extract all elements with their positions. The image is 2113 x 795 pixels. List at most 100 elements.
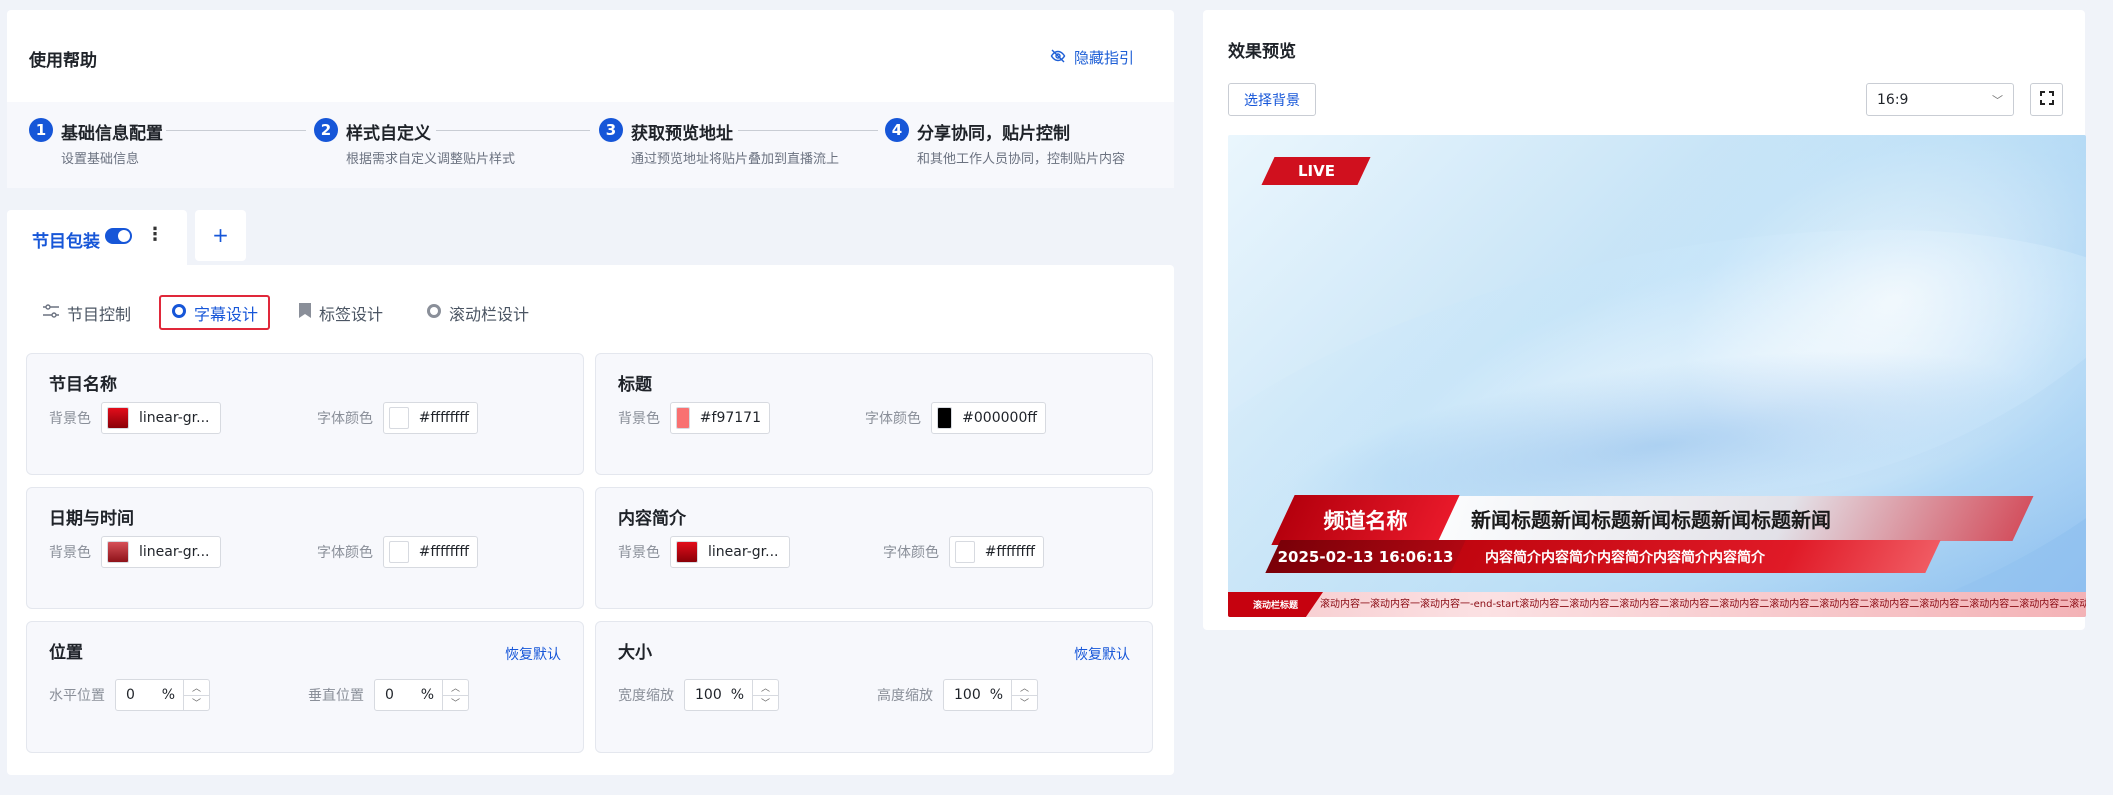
width-scale-input[interactable]: 100 % ︿ ﹀ xyxy=(684,679,779,711)
tab-program-package[interactable]: 节目包装 ⋮ xyxy=(7,210,187,266)
font-color-picker[interactable]: #000000ff xyxy=(931,402,1046,434)
color-swatch xyxy=(107,407,129,429)
font-color-picker[interactable]: #ffffffff xyxy=(383,536,478,568)
card-program-name: 节目名称 背景色 linear-gr... 字体颜色 #ffffffff xyxy=(26,353,584,475)
bg-color-value: #f97171 xyxy=(699,410,761,426)
bg-color-picker[interactable]: linear-gr... xyxy=(101,402,221,434)
width-scale-label: 宽度缩放 xyxy=(618,688,674,704)
preview-panel: 效果预览 选择背景 16:9 ﹀ LIVE 频道名称 新闻标题新闻标题新闻标题新… xyxy=(1203,10,2086,630)
step-down-icon[interactable]: ﹀ xyxy=(443,696,468,711)
font-color-value: #ffffffff xyxy=(984,544,1035,560)
horizontal-position-input[interactable]: 0 % ︿ ﹀ xyxy=(115,679,210,711)
step-number: 4 xyxy=(885,118,909,142)
step-desc: 通过预览地址将贴片叠加到直播流上 xyxy=(631,152,840,167)
color-swatch xyxy=(955,541,975,563)
vertical-position-input[interactable]: 0 % ︿ ﹀ xyxy=(374,679,469,711)
font-color-value: #ffffffff xyxy=(418,410,469,426)
font-color-field: 字体颜色 #ffffffff xyxy=(317,536,478,568)
card-intro: 内容简介 背景色 linear-gr... 字体颜色 #ffffffff xyxy=(595,487,1153,609)
step-connector xyxy=(166,130,306,131)
font-color-value: #ffffffff xyxy=(418,544,469,560)
card-title: 内容简介 xyxy=(618,509,686,529)
step-label: 基础信息配置 xyxy=(61,124,163,144)
reset-default-link[interactable]: 恢复默认 xyxy=(1074,644,1130,664)
select-background-button[interactable]: 选择背景 xyxy=(1228,83,1316,116)
card-position: 位置 恢复默认 水平位置 0 % ︿ ﹀ 垂直位置 0 % ︿ ﹀ xyxy=(26,621,584,753)
card-title: 日期与时间 xyxy=(49,509,134,529)
reset-default-link[interactable]: 恢复默认 xyxy=(505,644,561,664)
subtab-label: 滚动栏设计 xyxy=(449,304,530,324)
add-tab-button[interactable]: + xyxy=(195,210,246,261)
step-desc: 根据需求自定义调整贴片样式 xyxy=(346,152,516,167)
subtab-program-control[interactable]: 节目控制 xyxy=(42,295,131,330)
card-size: 大小 恢复默认 宽度缩放 100 % ︿ ﹀ 高度缩放 100 % ︿ ﹀ xyxy=(595,621,1153,753)
step-label: 获取预览地址 xyxy=(631,124,733,144)
number-stepper[interactable]: ︿ ﹀ xyxy=(442,680,468,710)
ticker-bar: 滚动栏标题 滚动内容一滚动内容一滚动内容一-end- start滚动内容二滚动内… xyxy=(1228,592,2086,617)
live-badge: LIVE xyxy=(1261,157,1371,185)
bg-color-value: linear-gr... xyxy=(139,410,210,426)
help-title: 使用帮助 xyxy=(29,51,97,71)
font-color-picker[interactable]: #ffffffff xyxy=(949,536,1044,568)
step-up-icon[interactable]: ︿ xyxy=(753,680,778,696)
aspect-ratio-value: 16:9 xyxy=(1877,91,1909,108)
subtab-tag-design[interactable]: 标签设计 xyxy=(298,295,383,330)
bg-color-field: 背景色 linear-gr... xyxy=(49,536,221,568)
number-stepper[interactable]: ︿ ﹀ xyxy=(1011,680,1037,710)
preview-title: 效果预览 xyxy=(1228,42,1296,62)
bg-color-picker[interactable]: #f97171 xyxy=(670,402,770,434)
step-up-icon[interactable]: ︿ xyxy=(184,680,209,696)
eye-off-icon xyxy=(1050,48,1066,68)
font-color-value: #000000ff xyxy=(962,410,1037,426)
sliders-icon xyxy=(42,303,60,323)
height-scale-input[interactable]: 100 % ︿ ﹀ xyxy=(943,679,1038,711)
step-number: 1 xyxy=(29,118,53,142)
bg-color-label: 背景色 xyxy=(618,545,660,561)
subtab-subtitle-design[interactable]: 字幕设计 xyxy=(159,295,271,330)
bg-color-field: 背景色 #f97171 xyxy=(618,402,770,434)
number-stepper[interactable]: ︿ ﹀ xyxy=(183,680,209,710)
aspect-ratio-select[interactable]: 16:9 ﹀ xyxy=(1866,83,2014,116)
step-number: 3 xyxy=(599,118,623,142)
font-color-label: 字体颜色 xyxy=(865,411,921,427)
ticker-design-icon xyxy=(426,303,442,323)
step-number: 2 xyxy=(314,118,338,142)
step-up-icon[interactable]: ︿ xyxy=(1012,680,1037,696)
font-color-picker[interactable]: #ffffffff xyxy=(383,402,478,434)
number-stepper[interactable]: ︿ ﹀ xyxy=(752,680,778,710)
bg-color-label: 背景色 xyxy=(618,411,660,427)
program-toggle[interactable] xyxy=(105,228,132,244)
subtab-label: 字幕设计 xyxy=(194,304,259,324)
font-color-label: 字体颜色 xyxy=(883,545,939,561)
step-down-icon[interactable]: ﹀ xyxy=(184,696,209,711)
font-color-field: 字体颜色 #000000ff xyxy=(865,402,1046,434)
hide-guide-link[interactable]: 隐藏指引 xyxy=(1050,47,1134,68)
bg-color-label: 背景色 xyxy=(49,411,91,427)
chevron-down-icon: ﹀ xyxy=(1992,93,2003,107)
step-connector xyxy=(738,130,878,131)
intro-text: 内容简介内容简介内容简介内容简介内容简介 xyxy=(1485,549,1765,566)
subtab-ticker-design[interactable]: 滚动栏设计 xyxy=(426,295,529,330)
step-label: 样式自定义 xyxy=(346,124,431,144)
step-connector xyxy=(436,130,590,131)
card-title: 标题 xyxy=(618,375,652,395)
font-color-field: 字体颜色 #ffffffff xyxy=(883,536,1044,568)
width-scale-field: 宽度缩放 100 % ︿ ﹀ xyxy=(618,679,779,711)
fullscreen-button[interactable] xyxy=(2030,83,2063,116)
bg-color-picker[interactable]: linear-gr... xyxy=(670,536,790,568)
step-label: 分享协同，贴片控制 xyxy=(917,124,1070,144)
more-icon[interactable]: ⋮ xyxy=(146,224,164,245)
subtab-label: 标签设计 xyxy=(319,304,384,324)
bg-color-picker[interactable]: linear-gr... xyxy=(101,536,221,568)
live-label: LIVE xyxy=(1297,162,1335,180)
bg-color-field: 背景色 linear-gr... xyxy=(49,402,221,434)
card-datetime: 日期与时间 背景色 linear-gr... 字体颜色 #ffffffff xyxy=(26,487,584,609)
number-value: 100 xyxy=(695,687,722,703)
unit-label: % xyxy=(420,687,434,703)
step-up-icon[interactable]: ︿ xyxy=(443,680,468,696)
settings-panel: 节目控制 字幕设计 标签设计 滚动栏设计 节目名称 背景色 linear-gr.… xyxy=(7,265,1174,775)
card-title: 节目名称 xyxy=(49,375,117,395)
step-down-icon[interactable]: ﹀ xyxy=(1012,696,1037,711)
color-swatch xyxy=(107,541,129,563)
step-down-icon[interactable]: ﹀ xyxy=(753,696,778,711)
